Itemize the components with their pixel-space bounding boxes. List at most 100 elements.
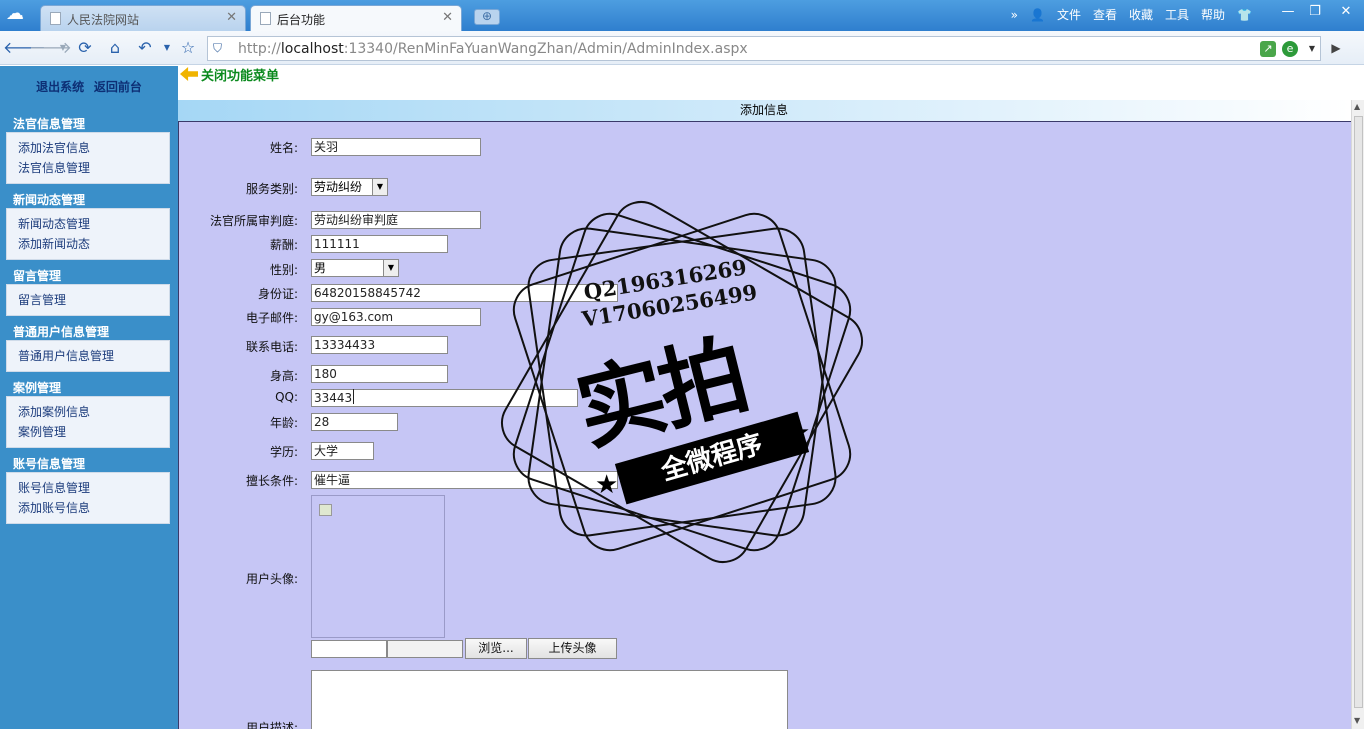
sidebar-group-title: 新闻动态管理 xyxy=(13,193,86,207)
service-type-select[interactable]: 劳动纠纷 ▼ xyxy=(311,178,388,196)
scroll-up-icon[interactable]: ▲ xyxy=(1354,102,1360,111)
tab-close-icon[interactable]: ✕ xyxy=(442,10,453,25)
specialty-label: 擅长条件: xyxy=(245,474,298,488)
go-arrow-icon[interactable]: ▶ xyxy=(1326,38,1346,58)
user-icon[interactable]: 👤 xyxy=(1030,8,1045,22)
chevron-down-icon[interactable]: ▼ xyxy=(372,179,387,195)
scroll-down-icon[interactable]: ▼ xyxy=(1354,716,1360,725)
sidebar-group-news: 新闻动态管理 添加新闻动态 xyxy=(6,208,170,260)
close-menu-label: 关闭功能菜单 xyxy=(201,68,280,84)
gender-label: 性别: xyxy=(269,263,298,277)
sidebar-item-manage-users[interactable]: 普通用户信息管理 xyxy=(18,346,169,366)
menu-tools[interactable]: 工具 xyxy=(1165,6,1189,23)
left-arrow-icon xyxy=(180,67,198,81)
sidebar-group-title: 账号信息管理 xyxy=(13,457,86,471)
sidebar-item-add-case[interactable]: 添加案例信息 xyxy=(18,402,169,422)
menu-help[interactable]: 帮助 xyxy=(1201,6,1225,23)
sidebar-group-title: 留言管理 xyxy=(13,269,62,283)
tab-label: 后台功能 xyxy=(277,13,326,27)
sidebar-group-title: 普通用户信息管理 xyxy=(13,325,110,339)
sidebar-item-manage-cases[interactable]: 案例管理 xyxy=(18,422,169,442)
chevron-down-icon[interactable]: ▼ xyxy=(383,260,398,276)
sidebar-item-add-judge[interactable]: 添加法官信息 xyxy=(18,138,169,158)
favorite-star-icon[interactable]: ☆ xyxy=(178,38,198,58)
description-textarea[interactable] xyxy=(311,670,788,729)
new-tab-button[interactable]: ⊕ xyxy=(474,9,500,25)
phone-input[interactable]: 13334433 xyxy=(311,336,448,354)
menu-view[interactable]: 查看 xyxy=(1093,6,1117,23)
admin-sidebar: 退出系统 返回前台 法官信息管理 添加法官信息 法官信息管理 新闻动态管理 新闻… xyxy=(0,66,178,729)
sidebar-item-add-account[interactable]: 添加账号信息 xyxy=(18,498,169,518)
browser-titlebar: ☁ 人民法院网站 ✕ 后台功能 ✕ ⊕ » 👤 文件 查看 收藏 工具 帮助 👕… xyxy=(0,0,1364,31)
height-input[interactable]: 180 xyxy=(311,365,448,383)
specialty-input[interactable]: 催牛逼 xyxy=(311,471,618,489)
court-input[interactable]: 劳动纠纷审判庭 xyxy=(311,211,481,229)
tab-court-website[interactable]: 人民法院网站 ✕ xyxy=(40,5,246,31)
sidebar-item-manage-news[interactable]: 新闻动态管理 xyxy=(18,214,169,234)
service-type-value: 劳动纠纷 xyxy=(314,180,363,194)
sidebar-group-accounts: 账号信息管理 添加账号信息 xyxy=(6,472,170,524)
back-to-frontend-link[interactable]: 返回前台 xyxy=(94,80,142,94)
sidebar-item-manage-messages[interactable]: 留言管理 xyxy=(18,290,169,310)
forward-dropdown-icon[interactable]: ▼ xyxy=(53,38,73,58)
education-input[interactable]: 大学 xyxy=(311,442,374,460)
sidebar-item-manage-judge[interactable]: 法官信息管理 xyxy=(18,158,169,178)
page-icon xyxy=(260,12,271,25)
sidebar-item-add-news[interactable]: 添加新闻动态 xyxy=(18,234,169,254)
name-input[interactable]: 关羽 xyxy=(311,138,481,156)
address-bar[interactable]: ⛉ http://localhost:13340/RenMinFaYuanWan… xyxy=(207,36,1321,61)
sidebar-item-manage-accounts[interactable]: 账号信息管理 xyxy=(18,478,169,498)
upload-avatar-button[interactable]: 上传头像 xyxy=(528,638,617,659)
court-label: 法官所属审判庭: xyxy=(209,214,298,228)
tab-close-icon[interactable]: ✕ xyxy=(226,10,237,25)
logout-link[interactable]: 退出系统 xyxy=(36,80,84,94)
url-text[interactable]: http://localhost:13340/RenMinFaYuanWangZ… xyxy=(238,41,748,57)
qq-input[interactable]: 33443 xyxy=(311,389,578,407)
age-input[interactable]: 28 xyxy=(311,413,398,431)
refresh-icon[interactable]: ⟳ xyxy=(75,38,95,58)
qq-label: QQ: xyxy=(275,390,298,404)
scroll-thumb[interactable] xyxy=(1354,116,1363,708)
salary-input[interactable]: 111111 xyxy=(311,235,448,253)
back-arrow-icon[interactable]: 🡐 xyxy=(3,38,46,58)
home-icon[interactable]: ⌂ xyxy=(105,38,125,58)
menu-file[interactable]: 文件 xyxy=(1057,6,1081,23)
name-label: 姓名: xyxy=(269,141,298,155)
id-card-input[interactable]: 64820158845742 xyxy=(311,284,618,302)
sidebar-group-title: 法官信息管理 xyxy=(13,117,86,131)
browser-logo-icon[interactable]: ☁ xyxy=(6,5,28,23)
browse-button[interactable]: 浏览... xyxy=(465,638,527,659)
ie-mode-icon[interactable]: e xyxy=(1282,41,1298,57)
minimize-icon[interactable]: — xyxy=(1275,3,1301,23)
menu-favorites[interactable]: 收藏 xyxy=(1129,6,1153,23)
page-scrollbar[interactable]: ▲ ▼ xyxy=(1351,100,1364,729)
undo-dropdown-icon[interactable]: ▼ xyxy=(157,38,177,58)
sidebar-group-messages: 留言管理 xyxy=(6,284,170,316)
gender-select[interactable]: 男 ▼ xyxy=(311,259,399,277)
share-icon[interactable]: ↗ xyxy=(1260,41,1276,57)
file-path-input[interactable] xyxy=(311,640,387,658)
sidebar-top-links: 退出系统 返回前台 xyxy=(0,66,178,108)
sidebar-group-users: 普通用户信息管理 xyxy=(6,340,170,372)
restore-icon[interactable]: ❐ xyxy=(1302,3,1328,23)
undo-icon[interactable]: ↶ xyxy=(135,38,155,58)
sidebar-group-cases: 添加案例信息 案例管理 xyxy=(6,396,170,448)
address-dropdown-icon[interactable]: ▼ xyxy=(1304,41,1320,57)
file-path-input-secondary[interactable] xyxy=(387,640,463,658)
more-chevron-icon[interactable]: » xyxy=(1011,8,1018,22)
forward-arrow-icon[interactable]: 🡒 xyxy=(29,38,72,58)
avatar-label: 用户头像: xyxy=(245,572,298,586)
close-window-icon[interactable]: ✕ xyxy=(1333,3,1359,23)
tab-admin-functions[interactable]: 后台功能 ✕ xyxy=(250,5,462,31)
browser-navbar: 🡐 🡒 ▼ ⟳ ⌂ ↶ ▼ ☆ ⛉ http://localhost:13340… xyxy=(0,31,1364,65)
skin-shirt-icon[interactable]: 👕 xyxy=(1237,8,1252,22)
tab-label: 人民法院网站 xyxy=(67,13,140,27)
height-label: 身高: xyxy=(269,369,298,383)
gender-value: 男 xyxy=(314,261,327,275)
service-type-label: 服务类别: xyxy=(245,182,298,196)
phone-label: 联系电话: xyxy=(245,340,298,354)
close-menu-link[interactable]: 关闭功能菜单 xyxy=(180,65,280,84)
section-title: 添加信息 xyxy=(178,100,1350,121)
email-input[interactable]: gy@163.com xyxy=(311,308,481,326)
description-label: 用户描述: xyxy=(245,721,298,729)
